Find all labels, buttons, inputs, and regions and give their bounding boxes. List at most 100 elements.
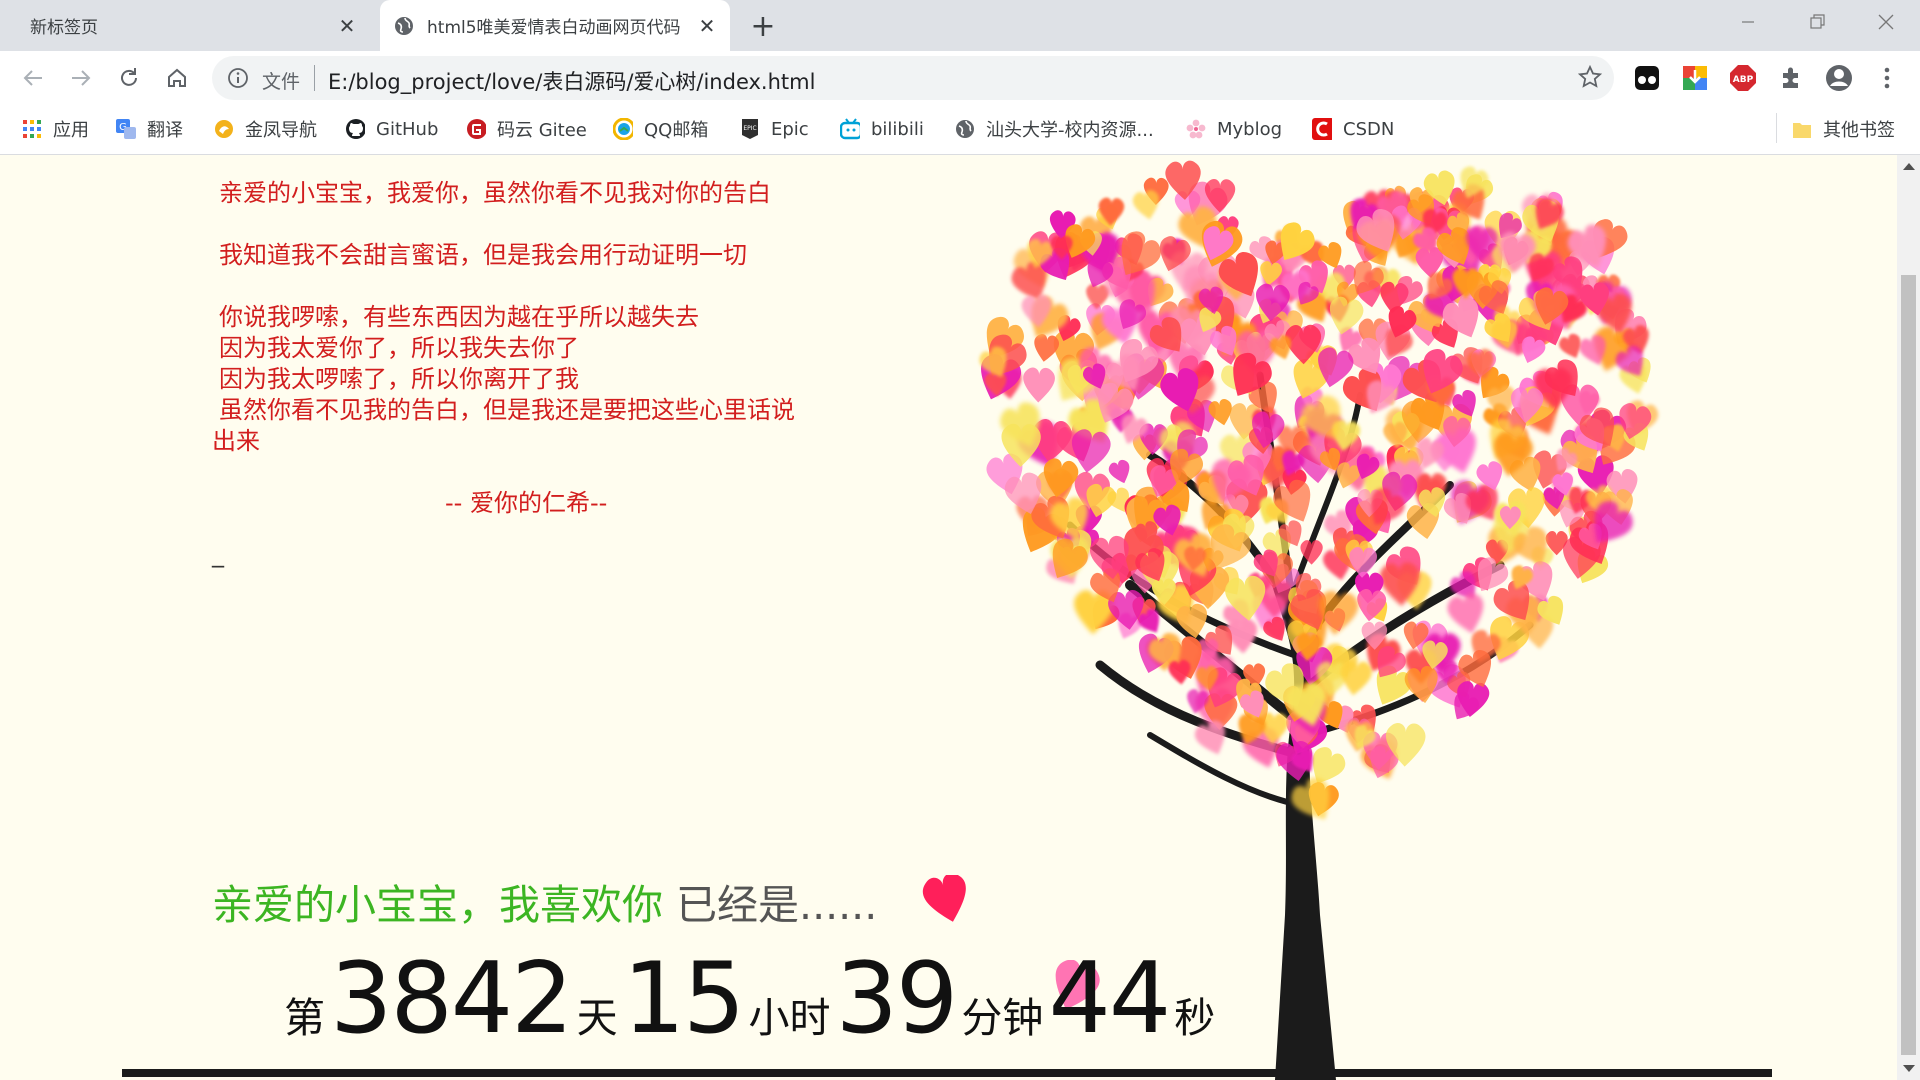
letter-line: 你说我啰嗦，有些东西因为越在乎所以越失去 <box>219 303 699 331</box>
heart-leaf <box>1167 659 1193 686</box>
bookmark-label: 码云 Gitee <box>497 120 587 141</box>
profile-avatar-icon[interactable] <box>1824 63 1854 93</box>
address-bar[interactable]: 文件 E:/blog_project/love/表白源码/爱心树/index.h… <box>212 56 1614 100</box>
bookmark-bilibili[interactable]: bilibili <box>840 117 924 141</box>
globe-icon <box>955 119 975 139</box>
abp-label: ABP <box>1733 75 1754 85</box>
scrollbar-thumb[interactable] <box>1901 275 1916 1055</box>
bookmark-translate[interactable]: G 翻译 <box>116 117 183 141</box>
gitee-icon <box>466 119 486 139</box>
timer-hours: 15 <box>622 942 746 1056</box>
letter-signature: -- 爱你的仁希-- <box>445 489 608 517</box>
bookmark-qqmail[interactable]: QQ邮箱 <box>613 117 708 141</box>
heart-leaf <box>1337 659 1374 698</box>
qq-mail-icon <box>613 118 633 140</box>
bookmark-label: 翻译 <box>147 120 183 141</box>
phoenix-icon <box>214 119 234 139</box>
close-window-icon[interactable] <box>1858 0 1914 44</box>
bookmark-label: 其他书签 <box>1823 120 1895 141</box>
bookmark-apps[interactable]: 应用 <box>22 117 89 141</box>
heart-leaves <box>971 159 1662 830</box>
love-letter: 亲爱的小宝宝，我爱你，虽然你看不见我对你的告白 我知道我不会甜言蜜语，但是我会用… <box>212 178 812 570</box>
bilibili-icon <box>840 118 860 140</box>
restore-icon[interactable] <box>1790 0 1846 44</box>
timer-minutes-unit: 分钟 <box>961 994 1044 1042</box>
forward-arrow-icon[interactable] <box>64 61 98 95</box>
letter-line <box>212 209 812 240</box>
heart-leaf <box>1031 332 1061 364</box>
greeting-line: 亲爱的小宝宝，我喜欢你 已经是...... <box>212 880 877 930</box>
tab-title: html5唯美爱情表白动画网页代码 <box>427 18 681 38</box>
minimize-icon[interactable] <box>1720 0 1776 44</box>
page-viewport: 亲爱的小宝宝，我爱你，虽然你看不见我对你的告白 我知道我不会甜言蜜语，但是我会用… <box>0 155 1897 1080</box>
bookmark-label: QQ邮箱 <box>644 120 709 141</box>
puzzle-extensions-icon[interactable] <box>1776 63 1806 93</box>
scroll-up-arrow-icon[interactable] <box>1903 163 1915 170</box>
info-icon[interactable] <box>227 67 249 93</box>
download-helper-icon[interactable] <box>1680 63 1710 93</box>
bookmark-jinfeng[interactable]: 金凤导航 <box>214 117 317 141</box>
tab-new-tab[interactable]: 新标签页 ✕ <box>0 0 370 51</box>
bookmark-github[interactable]: GitHub <box>345 117 438 141</box>
love-timer: 第 3842 天 15 小时 39 分钟 44 秒 <box>284 950 1215 1048</box>
letter-line: 虽然你看不见我的告白，但是我还是要把这些心里话说 <box>219 396 795 424</box>
timer-days-unit: 天 <box>576 994 618 1042</box>
tab-close-icon[interactable]: ✕ <box>334 13 360 39</box>
bookmark-label: 应用 <box>53 120 89 141</box>
home-icon[interactable] <box>160 61 194 95</box>
timer-minutes: 39 <box>835 942 959 1056</box>
timer-seconds: 44 <box>1048 942 1171 1056</box>
bookmark-other-folder[interactable]: 其他书签 <box>1792 117 1895 141</box>
letter-line: 因为我太啰嗦了，所以你离开了我 <box>219 365 579 393</box>
bookmark-gitee[interactable]: 码云 Gitee <box>466 117 587 141</box>
typing-cursor: _ <box>212 540 224 568</box>
letter-line <box>212 271 812 302</box>
back-arrow-icon[interactable] <box>16 61 50 95</box>
ground-line <box>122 1069 1772 1077</box>
letter-line: 因为我太爱你了，所以我失去你了 <box>219 334 579 362</box>
greeting-suffix: 已经是...... <box>663 881 878 929</box>
timer-seconds-unit: 秒 <box>1174 994 1216 1042</box>
tab-love-page[interactable]: html5唯美爱情表白动画网页代码 ✕ <box>380 0 730 51</box>
bookmark-epic[interactable]: EPIC Epic <box>740 117 809 141</box>
new-tab-button[interactable]: + <box>747 9 779 44</box>
adblock-plus-icon[interactable]: ABP <box>1728 63 1758 93</box>
browser-toolbar: 文件 E:/blog_project/love/表白源码/爱心树/index.h… <box>0 51 1920 105</box>
timer-prefix: 第 <box>284 994 325 1042</box>
folder-icon <box>1792 119 1812 139</box>
github-icon <box>345 119 365 139</box>
timer-days: 3842 <box>330 942 573 1056</box>
bookmark-label: 汕头大学-校内资源... <box>986 120 1154 141</box>
epic-games-icon: EPIC <box>740 119 760 139</box>
tampermonkey-icon[interactable] <box>1632 63 1662 93</box>
heart-tree <box>971 159 1662 1080</box>
csdn-icon <box>1312 118 1332 140</box>
scheme-label: 文件 <box>262 71 301 93</box>
sakura-icon <box>1186 119 1206 139</box>
bookmarks-divider <box>1776 113 1777 143</box>
bookmark-myblog[interactable]: Myblog <box>1186 117 1282 141</box>
timer-hours-unit: 小时 <box>748 994 831 1042</box>
letter-line: 亲爱的小宝宝，我爱你，虽然你看不见我对你的告白 <box>219 179 771 207</box>
vertical-scrollbar[interactable] <box>1897 155 1920 1080</box>
reload-icon[interactable] <box>112 61 146 95</box>
bookmark-star-icon[interactable] <box>1577 64 1603 93</box>
url-text[interactable]: E:/blog_project/love/表白源码/爱心树/index.html <box>328 66 815 96</box>
apps-grid-icon <box>22 119 42 139</box>
menu-kebab-icon[interactable] <box>1872 63 1902 93</box>
bookmark-label: 金凤导航 <box>245 120 317 141</box>
heart-leaf <box>1106 458 1135 487</box>
bookmark-label: Epic <box>771 118 809 140</box>
greeting-text: 亲爱的小宝宝，我喜欢你 <box>212 881 663 929</box>
tab-close-icon[interactable]: ✕ <box>694 13 720 39</box>
svg-text:EPIC: EPIC <box>743 125 756 132</box>
scroll-down-arrow-icon[interactable] <box>1903 1065 1915 1072</box>
bookmark-label: bilibili <box>871 118 924 140</box>
tab-title: 新标签页 <box>30 18 98 38</box>
tab-strip: 新标签页 ✕ html5唯美爱情表白动画网页代码 ✕ + <box>0 0 1920 51</box>
heart-leaf <box>1022 367 1056 404</box>
letter-line <box>212 457 812 488</box>
bookmark-csdn[interactable]: CSDN <box>1312 117 1394 141</box>
bookmark-stu[interactable]: 汕头大学-校内资源... <box>955 117 1154 141</box>
falling-heart-icon <box>922 875 974 927</box>
